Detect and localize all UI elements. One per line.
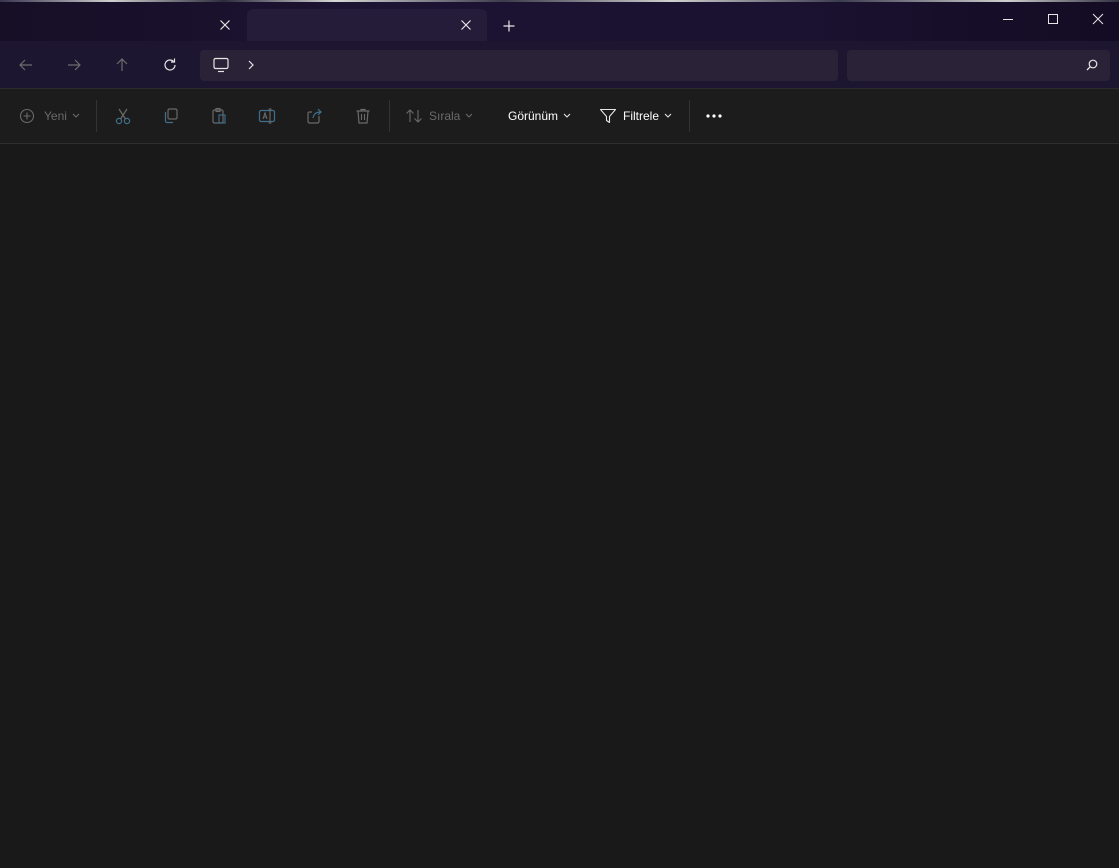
chevron-down-icon <box>563 113 571 119</box>
maximize-button[interactable] <box>1030 4 1076 34</box>
rename-icon <box>258 108 276 124</box>
chevron-down-icon <box>465 113 473 119</box>
search-input[interactable] <box>857 50 1081 83</box>
this-pc-icon[interactable] <box>211 55 231 75</box>
arrow-left-icon <box>19 59 32 71</box>
refresh-icon <box>164 58 176 71</box>
back-button[interactable] <box>13 52 39 78</box>
copy-button[interactable] <box>159 104 183 128</box>
maximize-icon <box>1048 14 1058 24</box>
filter-label: Filtrele <box>623 109 660 123</box>
cut-button[interactable] <box>111 104 135 128</box>
divider <box>389 100 390 132</box>
file-list-area[interactable] <box>0 144 1119 868</box>
plus-icon <box>503 20 515 32</box>
delete-icon <box>356 108 370 124</box>
copy-icon <box>164 108 178 124</box>
command-bar: Yeni Sırala Görünüm Filtrele <box>0 89 1119 144</box>
title-bar <box>0 2 1119 41</box>
view-label: Görünüm <box>508 109 559 123</box>
tab-2-active[interactable] <box>247 9 487 41</box>
new-button[interactable]: Yeni <box>19 102 80 130</box>
divider <box>96 100 97 132</box>
up-button[interactable] <box>109 52 135 78</box>
file-explorer-window: Yeni Sırala Görünüm Filtrele <box>0 0 1119 868</box>
search-box[interactable] <box>847 50 1110 83</box>
minimize-button[interactable] <box>985 4 1031 34</box>
close-icon <box>461 20 471 30</box>
search-icon[interactable] <box>1084 57 1100 73</box>
share-icon <box>307 108 322 124</box>
more-icon <box>706 114 722 118</box>
tab-close-button[interactable] <box>456 15 476 35</box>
tab-close-button[interactable] <box>215 15 235 35</box>
divider <box>689 100 690 132</box>
close-icon <box>220 20 230 30</box>
new-label: Yeni <box>44 109 67 123</box>
new-tab-button[interactable] <box>498 15 520 37</box>
see-more-button[interactable] <box>702 104 726 128</box>
sort-icon <box>406 109 422 123</box>
rename-button[interactable] <box>255 104 279 128</box>
close-window-button[interactable] <box>1075 4 1119 34</box>
breadcrumb-separator[interactable] <box>244 55 258 75</box>
cut-icon <box>115 108 131 125</box>
chevron-down-icon <box>72 113 80 119</box>
forward-button[interactable] <box>61 52 87 78</box>
sort-label: Sırala <box>429 109 461 123</box>
filter-button[interactable]: Filtrele <box>599 102 672 130</box>
sort-button[interactable]: Sırala <box>405 102 473 130</box>
arrow-right-icon <box>68 59 81 71</box>
plus-circle-icon <box>19 108 35 124</box>
close-icon <box>1092 13 1104 25</box>
view-button[interactable]: Görünüm <box>508 102 571 130</box>
chevron-down-icon <box>664 113 672 119</box>
chevron-right-icon <box>248 60 254 70</box>
arrow-up-icon <box>116 58 128 71</box>
delete-button[interactable] <box>351 104 375 128</box>
share-button[interactable] <box>303 104 327 128</box>
paste-icon <box>212 107 226 124</box>
filter-icon <box>599 108 617 124</box>
paste-button[interactable] <box>207 104 231 128</box>
tab-1[interactable] <box>6 9 240 41</box>
minimize-icon <box>1003 19 1013 20</box>
address-bar[interactable] <box>200 50 838 81</box>
navigation-bar <box>0 41 1119 89</box>
refresh-button[interactable] <box>157 52 183 78</box>
